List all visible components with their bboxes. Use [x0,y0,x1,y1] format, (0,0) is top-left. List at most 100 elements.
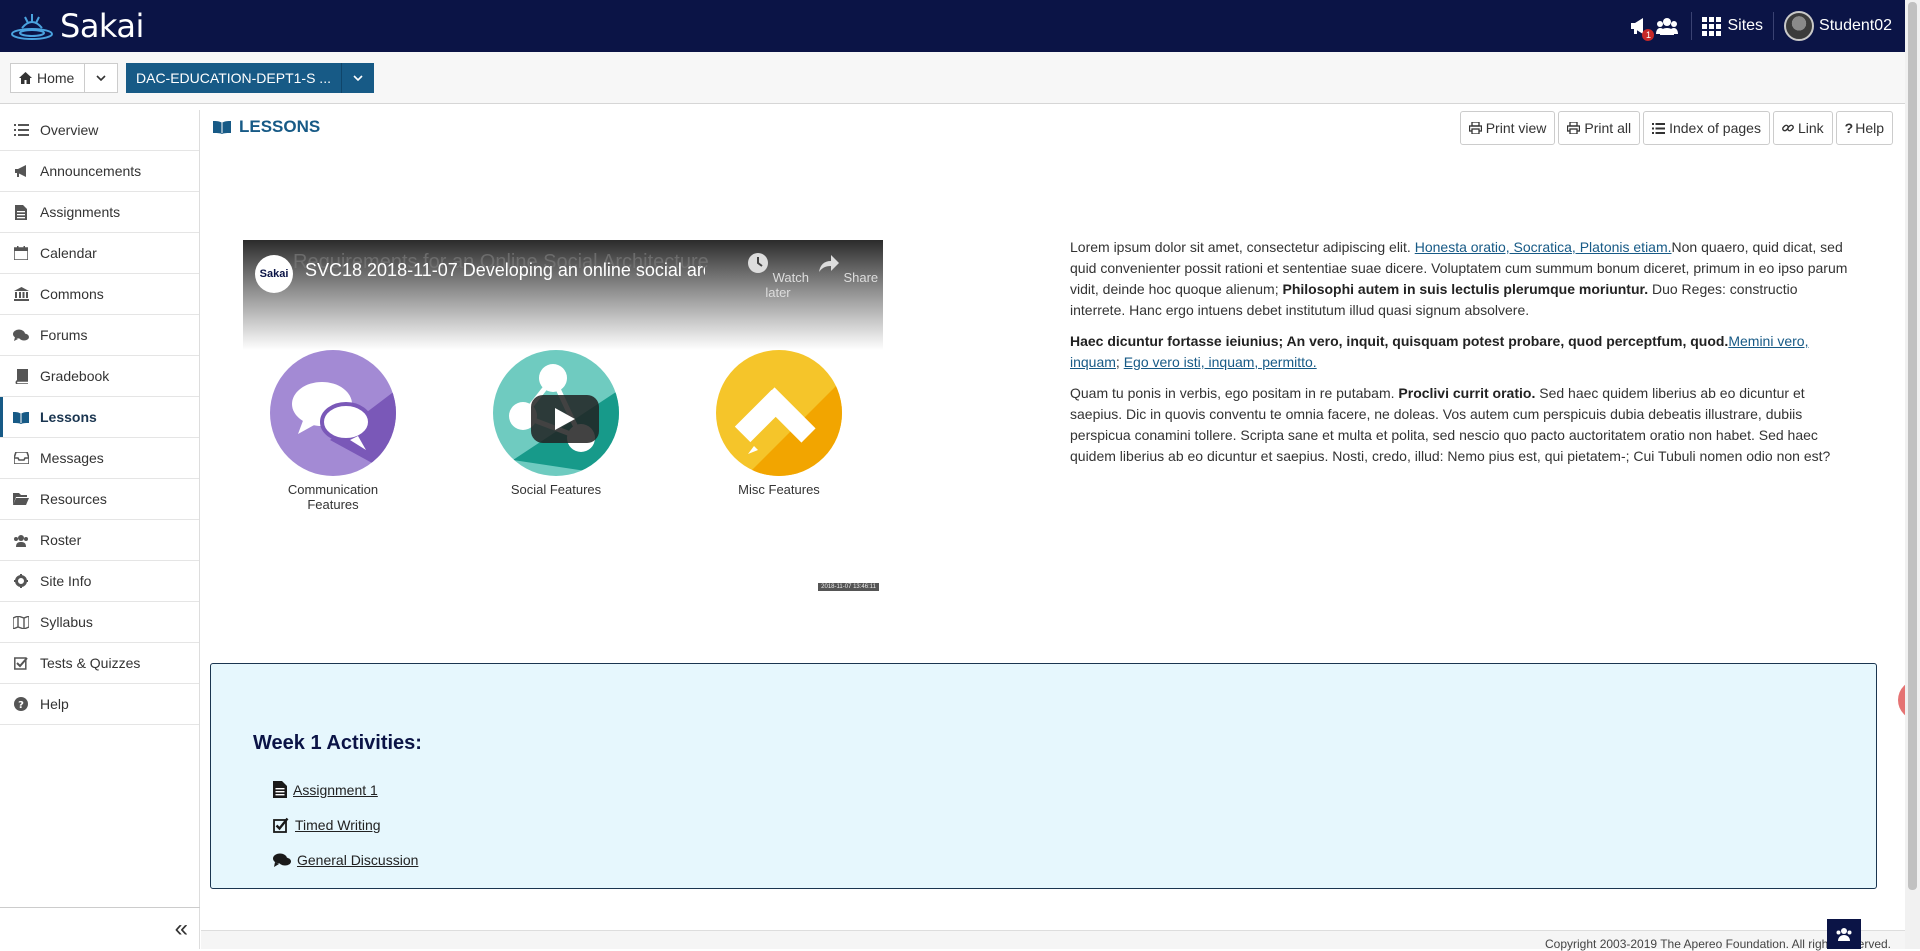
watch-later-button[interactable]: Watch later [743,252,813,300]
grid-icon [1702,16,1722,36]
text: Lorem ipsum dolor sit amet, consectetur … [1070,239,1415,255]
chevron-down-icon [96,75,106,81]
question-icon: ? [12,696,30,712]
inbox-icon [12,450,30,466]
map-icon [12,614,30,630]
activity-label: Assignment 1 [293,781,378,798]
sites-label: Sites [1727,17,1764,34]
users-icon[interactable] [1656,15,1679,37]
lesson-text: Lorem ipsum dolor sit amet, consectetur … [1070,237,1850,477]
feature-label: Social Features [510,482,602,497]
print-view-button[interactable]: Print view [1459,111,1556,145]
bold-text: Philosophi autem in suis lectulis plerum… [1282,281,1649,297]
site-navigation: Home DAC-EDUCATION-DEPT1-S ... [0,52,1905,104]
text: ; [1115,354,1124,370]
home-site-button[interactable]: Home [10,63,119,93]
text-link[interactable]: Honesta oratio, Socratica, Platonis etia… [1415,239,1672,255]
divider [1691,12,1693,40]
paragraph: Haec dicuntur fortasse ieiunius; An vero… [1070,331,1850,373]
chat-bubbles-icon [270,350,396,476]
print-all-button[interactable]: Print all [1558,111,1641,145]
share-button[interactable]: Share [813,252,883,285]
svg-text:?: ? [18,700,24,711]
list-icon [12,122,30,138]
misc-feature: Misc Features [709,350,849,497]
embedded-video[interactable]: Communication Features Social Features M… [243,240,883,600]
help-label: Help [1855,120,1884,136]
bold-text: Haec dicuntur fortasse ieiunius; An vero… [1070,333,1729,349]
sidebar-item-gradebook[interactable]: Gradebook [0,356,199,397]
link-icon [1782,124,1794,132]
sidebar-item-site-info[interactable]: Site Info [0,561,199,602]
user-presence-button[interactable] [1827,919,1861,949]
page-scrollbar[interactable] [1905,0,1920,949]
top-header: Sakai 1 Sites Student02 [0,0,1920,52]
sidebar-item-messages[interactable]: Messages [0,438,199,479]
checkbox-icon [273,817,289,833]
notifications-icon[interactable]: 1 [1628,15,1655,41]
print-all-label: Print all [1584,120,1632,136]
sidebar-item-resources[interactable]: Resources [0,479,199,520]
sidebar-item-syllabus[interactable]: Syllabus [0,602,199,643]
sidebar-item-assignments[interactable]: Assignments [0,192,199,233]
sidebar-item-roster[interactable]: Roster [0,520,199,561]
scrollbar-thumb[interactable] [1908,2,1917,890]
sakai-wave-icon [11,14,53,40]
index-of-pages-label: Index of pages [1669,120,1761,136]
activity-label: Timed Writing [295,816,381,833]
book-icon [12,368,30,384]
footer: Copyright 2003-2019 The Apereo Foundatio… [201,930,1905,951]
divider [1773,12,1775,40]
user-menu-button[interactable]: Student02 [1784,11,1892,41]
text-link[interactable]: Ego vero isti, inquam, permitto. [1124,354,1317,370]
sidebar-item-calendar[interactable]: Calendar [0,233,199,274]
sidebar-item-label: Commons [40,286,104,302]
sidebar-item-label: Tests & Quizzes [40,655,141,671]
sakai-logo[interactable]: Sakai [10,7,144,45]
sidebar-item-help[interactable]: ? Help [0,684,199,725]
activity-assignment-link[interactable]: Assignment 1 [273,772,418,807]
sidebar-item-commons[interactable]: Commons [0,274,199,315]
sidebar-item-label: Gradebook [40,368,110,384]
link-label: Link [1797,120,1824,136]
feature-label: Communication Features [287,482,379,512]
sidebar-item-forums[interactable]: Forums [0,315,199,356]
help-button[interactable]: ? Help [1835,111,1893,145]
sites-button[interactable]: Sites [1702,16,1764,36]
index-of-pages-button[interactable]: Index of pages [1643,111,1770,145]
user-name: Student02 [1819,17,1892,34]
sidebar-item-announcements[interactable]: Announcements [0,151,199,192]
chevron-down-icon [353,75,363,81]
checkbox-icon [12,655,30,671]
activities-section: Week 1 Activities: Assignment 1 Timed Wr… [210,663,1877,889]
home-icon [19,72,32,84]
channel-avatar[interactable]: Sakai [255,255,293,293]
activity-forum-link[interactable]: General Discussion [273,842,418,877]
folder-icon [12,491,30,507]
sidebar-item-label: Lessons [40,409,97,425]
home-label: Home [37,70,75,86]
play-button[interactable] [531,395,599,443]
share-label: Share [843,270,879,285]
text: Quam tu ponis in verbis, ego positam in … [1070,385,1399,401]
sidebar-item-label: Overview [40,122,99,138]
page-title: LESSONS [213,117,320,137]
link-button[interactable]: Link [1772,111,1833,145]
users-icon [1836,928,1852,941]
site-dropdown[interactable] [342,63,374,93]
bold-text: Proclivi currit oratio. [1398,385,1536,401]
sidebar-item-label: Messages [40,450,104,466]
calendar-icon [12,245,30,261]
sidebar-item-tests-quizzes[interactable]: Tests & Quizzes [0,643,199,684]
sidebar-item-lessons[interactable]: Lessons [0,397,199,438]
collapse-sidebar-button[interactable]: « [0,907,200,949]
comments-icon [273,853,291,867]
current-site-button[interactable]: DAC-EDUCATION-DEPT1-S ... [126,63,374,93]
share-arrow-icon [818,255,839,272]
print-icon [1567,122,1581,134]
home-dropdown[interactable] [85,64,117,92]
video-timestamp: 2018-11-07 13:46:11 [818,583,879,591]
sidebar-item-overview[interactable]: Overview [0,110,199,151]
video-title[interactable]: SVC18 2018-11-07 Developing an online so… [305,260,705,281]
activity-quiz-link[interactable]: Timed Writing [273,807,418,842]
